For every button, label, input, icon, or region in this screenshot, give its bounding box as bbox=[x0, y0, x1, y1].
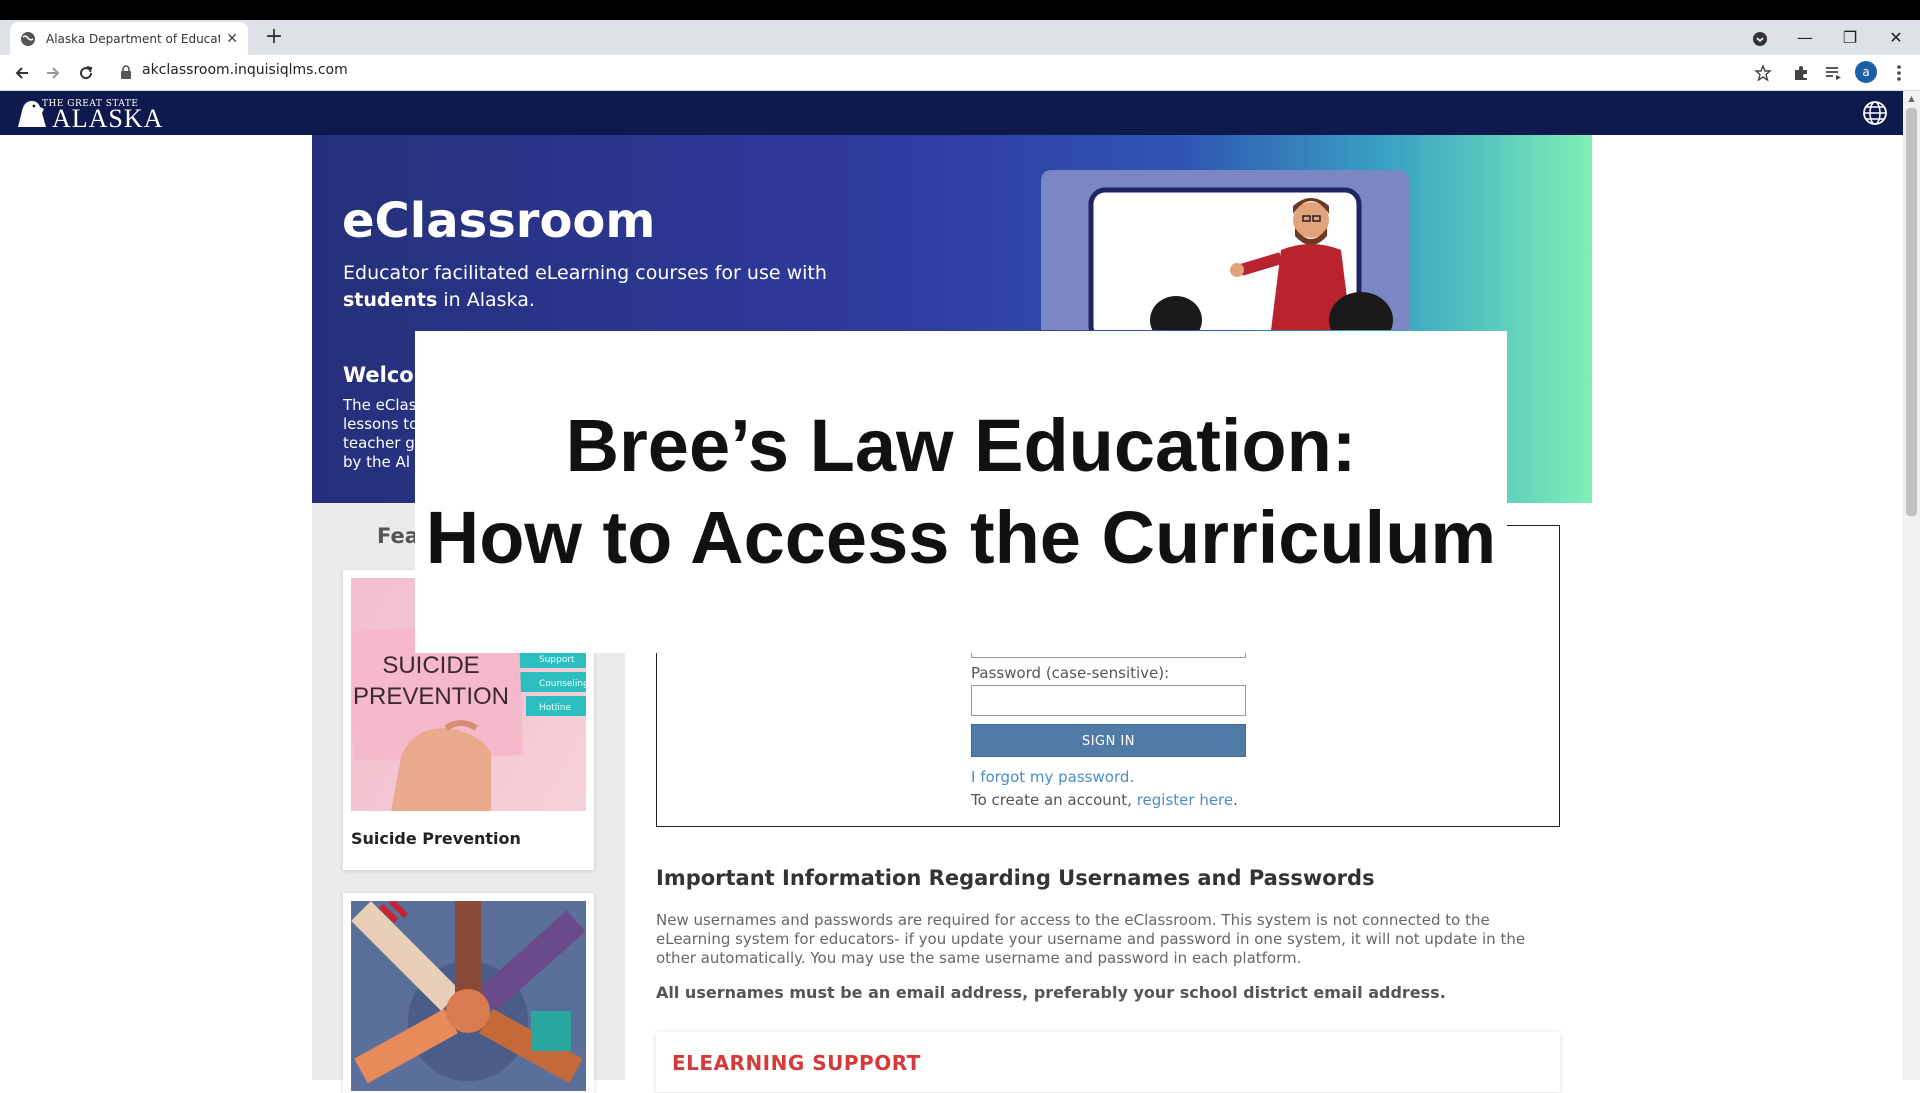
hero-subtitle: Educator facilitated eLearning courses f… bbox=[343, 262, 827, 284]
course-thumbnail-hands[interactable] bbox=[351, 901, 586, 1091]
username-note: All usernames must be an email address, … bbox=[656, 983, 1446, 1002]
extensions-icon[interactable] bbox=[1788, 60, 1814, 86]
forward-icon[interactable] bbox=[40, 60, 66, 86]
welcome-text-line: lessons to bbox=[343, 415, 415, 433]
info-paragraph-line: eLearning system for educators- if you u… bbox=[656, 930, 1526, 948]
password-input[interactable] bbox=[971, 685, 1246, 716]
create-account-text: To create an account, register here. bbox=[971, 791, 1238, 809]
lock-icon[interactable] bbox=[120, 64, 132, 83]
overlay-title-line1: Bree’s Law Education: bbox=[565, 404, 1357, 487]
password-label: Password (case-sensitive): bbox=[971, 664, 1170, 682]
hero-subtitle-bold: students bbox=[343, 289, 438, 311]
close-tab-icon[interactable]: ✕ bbox=[226, 31, 238, 47]
scroll-up-arrow-icon[interactable]: ▲ bbox=[1906, 94, 1917, 104]
create-account-prefix: To create an account, bbox=[971, 791, 1137, 809]
info-paragraph-line: New usernames and passwords are required… bbox=[656, 911, 1490, 929]
overlay-title-line2: How to Access the Curriculum bbox=[425, 496, 1497, 579]
tab-search-icon[interactable] bbox=[1745, 24, 1775, 54]
course-card-title[interactable]: Suicide Prevention bbox=[351, 829, 521, 848]
browser-tab[interactable]: Alaska Department of Education ✕ bbox=[10, 22, 248, 55]
profile-avatar[interactable]: a bbox=[1855, 61, 1877, 83]
thumb-tag: Hotline bbox=[539, 703, 572, 713]
thumb-tag: Counseling bbox=[539, 679, 586, 689]
logo-wordmark[interactable]: ALASKA bbox=[52, 104, 163, 134]
create-account-suffix: . bbox=[1233, 791, 1238, 809]
language-globe-icon[interactable] bbox=[1862, 100, 1888, 130]
welcome-heading: Welcome bbox=[343, 363, 415, 387]
hero-title: eClassroom bbox=[342, 193, 656, 249]
minimize-icon[interactable]: — bbox=[1783, 22, 1827, 52]
welcome-text-line: by the Al bbox=[343, 453, 410, 471]
menu-kebab-icon[interactable] bbox=[1886, 60, 1912, 86]
info-paragraph-line: other automatically. You may use the sam… bbox=[656, 949, 1302, 967]
globe-favicon-icon bbox=[21, 31, 35, 46]
address-bar[interactable]: akclassroom.inquisiqlms.com bbox=[142, 62, 348, 78]
forgot-password-link[interactable]: I forgot my password. bbox=[971, 768, 1134, 786]
thumb-text: SUICIDE bbox=[382, 652, 479, 679]
bookmark-star-icon[interactable] bbox=[1750, 60, 1776, 86]
teacher-illustration bbox=[1041, 170, 1409, 330]
hero-subtitle-rest: in Alaska. bbox=[437, 289, 535, 311]
sign-in-button[interactable]: SIGN IN bbox=[971, 724, 1246, 757]
screen-top-bar bbox=[0, 0, 1920, 20]
elearning-support-title: ELEARNING SUPPORT bbox=[672, 1051, 921, 1075]
tab-strip bbox=[0, 20, 1920, 55]
register-link[interactable]: register here bbox=[1137, 791, 1233, 809]
site-header bbox=[0, 91, 1920, 135]
back-icon[interactable] bbox=[9, 60, 35, 86]
info-heading: Important Information Regarding Username… bbox=[656, 866, 1375, 890]
thumb-tag: Support bbox=[539, 655, 575, 665]
new-tab-icon[interactable]: + bbox=[262, 25, 286, 49]
thumb-text: PREVENTION bbox=[353, 683, 509, 710]
scrollbar-thumb[interactable] bbox=[1906, 108, 1917, 516]
video-title-overlay bbox=[415, 331, 1507, 653]
tab-title: Alaska Department of Education bbox=[46, 31, 221, 46]
hero-subtitle-line2: students in Alaska. bbox=[343, 289, 535, 311]
restore-icon[interactable]: ❐ bbox=[1828, 22, 1872, 52]
reload-icon[interactable] bbox=[73, 60, 99, 86]
close-window-icon[interactable]: ✕ bbox=[1874, 22, 1918, 52]
welcome-text-line: The eClassroom bbox=[343, 396, 415, 414]
welcome-text-line: teacher g bbox=[343, 434, 415, 452]
media-queue-icon[interactable] bbox=[1820, 60, 1846, 86]
